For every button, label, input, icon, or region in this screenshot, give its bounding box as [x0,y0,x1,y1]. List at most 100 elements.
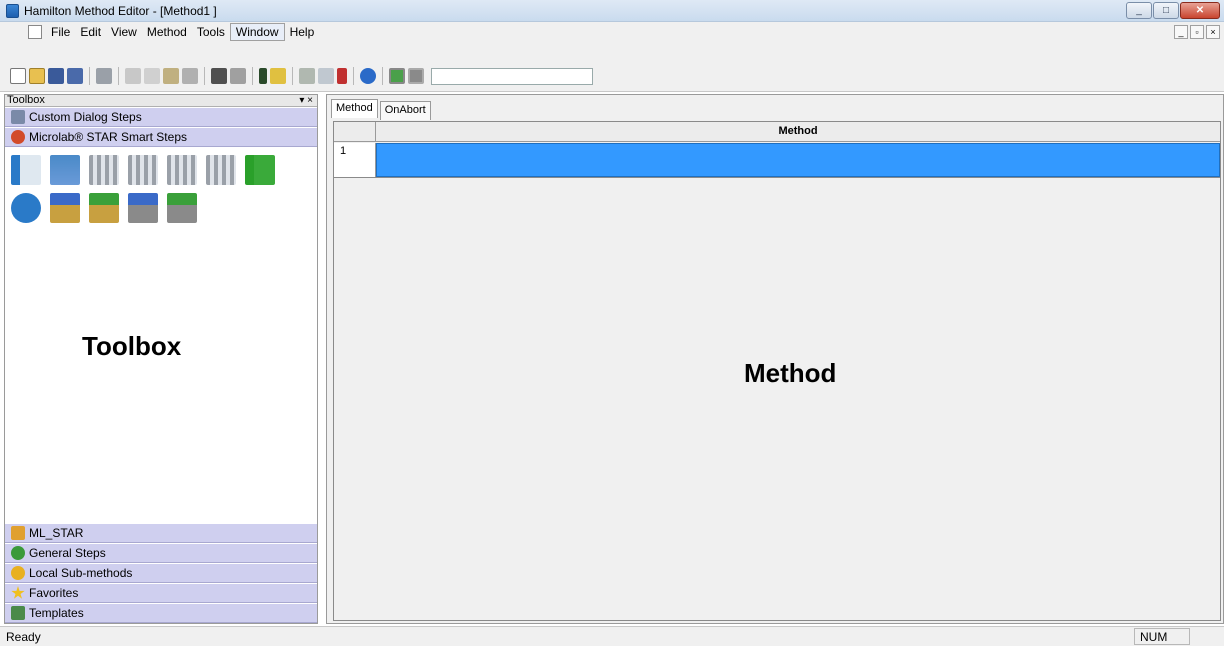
toolbar-separator [382,67,383,85]
transfer-step-icon-2[interactable] [128,155,158,185]
status-grey-icon[interactable] [408,68,424,84]
menu-help[interactable]: Help [285,24,320,40]
row-cell-selected[interactable] [376,143,1220,177]
num-lock-indicator: NUM [1134,628,1190,645]
menu-view[interactable]: View [106,24,142,40]
pipette-icon[interactable] [337,68,347,84]
category-label: Favorites [29,586,79,600]
toolbox-overlay-label: Toolbox [82,331,182,361]
toolbox-category-local-submethods[interactable]: Local Sub-methods [5,563,317,583]
toolbar-separator [292,67,293,85]
menu-method[interactable]: Method [142,24,192,40]
app-icon [6,4,19,18]
mdi-controls: _ ▫ × [1174,25,1220,39]
transfer-step-icon-3[interactable] [167,155,197,185]
help-icon[interactable] [360,68,376,84]
maximize-button[interactable]: □ [1153,2,1179,19]
tab-method[interactable]: Method [331,99,378,118]
ml-star-icon [11,526,25,540]
toolbox-bottom-categories: ML_STAR General Steps Local Sub-methods … [5,523,317,623]
toolbox-category-templates[interactable]: Templates [5,603,317,623]
title-bar: Hamilton Method Editor - [Method1 ] _ □ … [0,0,1224,22]
toolbar-input[interactable] [431,67,593,85]
status-bar: Ready NUM [0,626,1224,646]
menu-bar: File Edit View Method Tools Window Help … [0,22,1224,42]
toolbox-header: Toolbox ▾ × [5,95,317,107]
row-number: 1 [334,143,376,177]
smart-steps-grid [5,147,317,239]
window-controls: _ □ ✕ [1126,2,1220,19]
category-label: General Steps [29,546,106,560]
aspirate-step-icon[interactable] [50,193,80,223]
open-folder-icon[interactable] [29,68,45,84]
dialog-icon [11,110,25,124]
toolbox-title: Toolbox [7,94,45,106]
mdi-restore-button[interactable]: ▫ [1190,25,1204,39]
toolbar-separator [118,67,119,85]
cycle-step-icon[interactable] [11,193,41,223]
toolbox-panel: Toolbox ▾ × Custom Dialog Steps Microlab… [4,94,318,624]
grid-corner [334,122,376,142]
tab-onabort[interactable]: OnAbort [379,101,431,120]
method-tabs: Method OnAbort [331,99,433,120]
paste-icon[interactable] [163,68,179,84]
flask-icon[interactable] [270,68,286,84]
copy-icon[interactable] [144,68,160,84]
toolbox-category-custom-dialog[interactable]: Custom Dialog Steps [5,107,317,127]
menu-edit[interactable]: Edit [75,24,106,40]
method-grid: Method 1 Method [333,121,1221,621]
cut-icon[interactable] [125,68,141,84]
document-icon[interactable] [28,25,42,39]
dispense-step-icon[interactable] [89,193,119,223]
mdi-close-button[interactable]: × [1206,25,1220,39]
close-button[interactable]: ✕ [1180,2,1220,19]
smart-steps-icon [11,130,25,144]
print-icon[interactable] [96,68,112,84]
dispense-alt-step-icon[interactable] [167,193,197,223]
save-all-icon[interactable] [67,68,83,84]
new-file-icon[interactable] [10,68,26,84]
category-label: Microlab® STAR Smart Steps [29,130,187,144]
toolbox-category-ml-star[interactable]: ML_STAR [5,523,317,543]
transfer-step-icon-1[interactable] [89,155,119,185]
aspirate-alt-step-icon[interactable] [128,193,158,223]
toolbar-separator [252,67,253,85]
general-steps-icon [11,546,25,560]
category-label: Templates [29,606,84,620]
toolbar-separator [353,67,354,85]
deck-icon[interactable] [299,68,315,84]
status-green-icon[interactable] [389,68,405,84]
load-tubes-step-icon[interactable] [11,155,41,185]
menu-tools[interactable]: Tools [192,24,230,40]
barcode-step-icon[interactable] [50,155,80,185]
template-icon [11,606,25,620]
toolbar-separator [89,67,90,85]
toolbar-separator [204,67,205,85]
minimize-button[interactable]: _ [1126,2,1152,19]
save-icon[interactable] [48,68,64,84]
window-title: Hamilton Method Editor - [Method1 ] [24,4,217,18]
mdi-minimize-button[interactable]: _ [1174,25,1188,39]
table-row[interactable]: 1 [334,143,1220,178]
run-icon[interactable] [259,68,267,84]
toolbox-category-smart-steps[interactable]: Microlab® STAR Smart Steps [5,127,317,147]
method-overlay-label: Method [744,358,837,388]
toolbox-header-controls[interactable]: ▾ × [299,95,313,106]
find-icon[interactable] [211,68,227,84]
toolbox-category-general-steps[interactable]: General Steps [5,543,317,563]
column-header-method[interactable]: Method [376,122,1220,142]
unload-tubes-step-icon[interactable] [245,155,275,185]
toolbar [0,42,1224,92]
grid-header: Method [334,122,1220,142]
delete-icon[interactable] [182,68,198,84]
transfer-step-icon-4[interactable] [206,155,236,185]
star-icon [11,586,25,599]
menu-file[interactable]: File [46,24,75,40]
tip-icon[interactable] [318,68,334,84]
find-next-icon[interactable] [230,68,246,84]
status-text: Ready [6,630,41,644]
submethod-icon [11,566,25,580]
category-label: ML_STAR [29,526,84,540]
menu-window[interactable]: Window [229,23,285,41]
toolbox-category-favorites[interactable]: Favorites [5,583,317,603]
